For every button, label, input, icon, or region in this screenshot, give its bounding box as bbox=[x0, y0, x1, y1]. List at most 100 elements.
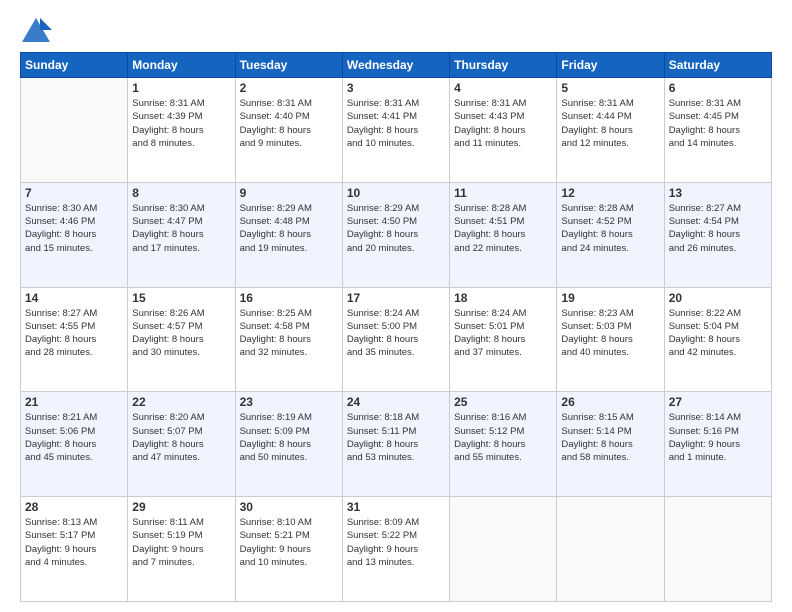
calendar-cell: 24 Sunrise: 8:18 AMSunset: 5:11 PMDayligh… bbox=[342, 392, 449, 497]
day-info: Sunrise: 8:31 AMSunset: 4:43 PMDaylight:… bbox=[454, 97, 552, 150]
calendar-cell: 13 Sunrise: 8:27 AMSunset: 4:54 PMDayligh… bbox=[664, 182, 771, 287]
calendar-cell: 12 Sunrise: 8:28 AMSunset: 4:52 PMDayligh… bbox=[557, 182, 664, 287]
week-row-4: 21 Sunrise: 8:21 AMSunset: 5:06 PMDayligh… bbox=[21, 392, 772, 497]
day-number: 1 bbox=[132, 81, 230, 95]
day-info: Sunrise: 8:20 AMSunset: 5:07 PMDaylight:… bbox=[132, 411, 230, 464]
day-info: Sunrise: 8:27 AMSunset: 4:55 PMDaylight:… bbox=[25, 307, 123, 360]
day-number: 4 bbox=[454, 81, 552, 95]
calendar-cell: 16 Sunrise: 8:25 AMSunset: 4:58 PMDayligh… bbox=[235, 287, 342, 392]
day-number: 2 bbox=[240, 81, 338, 95]
day-number: 17 bbox=[347, 291, 445, 305]
day-number: 21 bbox=[25, 395, 123, 409]
day-info: Sunrise: 8:30 AMSunset: 4:46 PMDaylight:… bbox=[25, 202, 123, 255]
calendar-cell: 22Sunrise: 8:20 AMSunset: 5:07 PMDayligh… bbox=[128, 392, 235, 497]
day-number: 18 bbox=[454, 291, 552, 305]
day-info: Sunrise: 8:31 AMSunset: 4:45 PMDaylight:… bbox=[669, 97, 767, 150]
calendar-cell: 23 Sunrise: 8:19 AMSunset: 5:09 PMDayligh… bbox=[235, 392, 342, 497]
day-number: 26 bbox=[561, 395, 659, 409]
calendar-cell: 30 Sunrise: 8:10 AMSunset: 5:21 PMDayligh… bbox=[235, 497, 342, 602]
day-number: 25 bbox=[454, 395, 552, 409]
calendar-cell: 21 Sunrise: 8:21 AMSunset: 5:06 PMDayligh… bbox=[21, 392, 128, 497]
weekday-monday: Monday bbox=[128, 53, 235, 78]
calendar-cell bbox=[21, 78, 128, 183]
day-number: 31 bbox=[347, 500, 445, 514]
day-number: 10 bbox=[347, 186, 445, 200]
day-number: 30 bbox=[240, 500, 338, 514]
logo-icon bbox=[20, 16, 52, 44]
calendar-cell: 4 Sunrise: 8:31 AMSunset: 4:43 PMDaylight… bbox=[450, 78, 557, 183]
day-info: Sunrise: 8:21 AMSunset: 5:06 PMDaylight:… bbox=[25, 411, 123, 464]
day-info: Sunrise: 8:29 AMSunset: 4:50 PMDaylight:… bbox=[347, 202, 445, 255]
day-number: 28 bbox=[25, 500, 123, 514]
day-number: 20 bbox=[669, 291, 767, 305]
weekday-sunday: Sunday bbox=[21, 53, 128, 78]
day-info: Sunrise: 8:28 AMSunset: 4:52 PMDaylight:… bbox=[561, 202, 659, 255]
day-info: Sunrise: 8:11 AMSunset: 5:19 PMDaylight:… bbox=[132, 516, 230, 569]
weekday-wednesday: Wednesday bbox=[342, 53, 449, 78]
day-info: Sunrise: 8:14 AMSunset: 5:16 PMDaylight:… bbox=[669, 411, 767, 464]
calendar-cell: 5 Sunrise: 8:31 AMSunset: 4:44 PMDaylight… bbox=[557, 78, 664, 183]
day-info: Sunrise: 8:31 AMSunset: 4:40 PMDaylight:… bbox=[240, 97, 338, 150]
calendar-cell: 7 Sunrise: 8:30 AMSunset: 4:46 PMDaylight… bbox=[21, 182, 128, 287]
weekday-tuesday: Tuesday bbox=[235, 53, 342, 78]
calendar-cell: 9Sunrise: 8:29 AMSunset: 4:48 PMDaylight… bbox=[235, 182, 342, 287]
day-number: 19 bbox=[561, 291, 659, 305]
day-info: Sunrise: 8:24 AMSunset: 5:00 PMDaylight:… bbox=[347, 307, 445, 360]
calendar-cell: 20Sunrise: 8:22 AMSunset: 5:04 PMDayligh… bbox=[664, 287, 771, 392]
calendar-cell: 14 Sunrise: 8:27 AMSunset: 4:55 PMDayligh… bbox=[21, 287, 128, 392]
day-info: Sunrise: 8:29 AMSunset: 4:48 PMDaylight:… bbox=[240, 202, 338, 255]
calendar-table: SundayMondayTuesdayWednesdayThursdayFrid… bbox=[20, 52, 772, 602]
calendar-cell: 28 Sunrise: 8:13 AMSunset: 5:17 PMDayligh… bbox=[21, 497, 128, 602]
day-number: 5 bbox=[561, 81, 659, 95]
day-info: Sunrise: 8:16 AMSunset: 5:12 PMDaylight:… bbox=[454, 411, 552, 464]
week-row-1: 1 Sunrise: 8:31 AMSunset: 4:39 PMDaylight… bbox=[21, 78, 772, 183]
calendar-page: SundayMondayTuesdayWednesdayThursdayFrid… bbox=[0, 0, 792, 612]
day-number: 24 bbox=[347, 395, 445, 409]
calendar-cell: 6 Sunrise: 8:31 AMSunset: 4:45 PMDaylight… bbox=[664, 78, 771, 183]
logo bbox=[20, 16, 56, 44]
calendar-cell: 18 Sunrise: 8:24 AMSunset: 5:01 PMDayligh… bbox=[450, 287, 557, 392]
calendar-cell: 15 Sunrise: 8:26 AMSunset: 4:57 PMDayligh… bbox=[128, 287, 235, 392]
calendar-cell: 19 Sunrise: 8:23 AMSunset: 5:03 PMDayligh… bbox=[557, 287, 664, 392]
week-row-5: 28 Sunrise: 8:13 AMSunset: 5:17 PMDayligh… bbox=[21, 497, 772, 602]
day-number: 29 bbox=[132, 500, 230, 514]
day-number: 11 bbox=[454, 186, 552, 200]
calendar-cell bbox=[557, 497, 664, 602]
day-info: Sunrise: 8:25 AMSunset: 4:58 PMDaylight:… bbox=[240, 307, 338, 360]
day-info: Sunrise: 8:28 AMSunset: 4:51 PMDaylight:… bbox=[454, 202, 552, 255]
day-number: 27 bbox=[669, 395, 767, 409]
day-info: Sunrise: 8:19 AMSunset: 5:09 PMDaylight:… bbox=[240, 411, 338, 464]
weekday-saturday: Saturday bbox=[664, 53, 771, 78]
day-info: Sunrise: 8:30 AMSunset: 4:47 PMDaylight:… bbox=[132, 202, 230, 255]
day-info: Sunrise: 8:31 AMSunset: 4:39 PMDaylight:… bbox=[132, 97, 230, 150]
calendar-cell: 2 Sunrise: 8:31 AMSunset: 4:40 PMDaylight… bbox=[235, 78, 342, 183]
day-number: 7 bbox=[25, 186, 123, 200]
calendar-cell: 25 Sunrise: 8:16 AMSunset: 5:12 PMDayligh… bbox=[450, 392, 557, 497]
day-number: 13 bbox=[669, 186, 767, 200]
day-info: Sunrise: 8:26 AMSunset: 4:57 PMDaylight:… bbox=[132, 307, 230, 360]
header bbox=[20, 16, 772, 44]
day-info: Sunrise: 8:27 AMSunset: 4:54 PMDaylight:… bbox=[669, 202, 767, 255]
day-number: 14 bbox=[25, 291, 123, 305]
calendar-cell: 11 Sunrise: 8:28 AMSunset: 4:51 PMDayligh… bbox=[450, 182, 557, 287]
day-number: 12 bbox=[561, 186, 659, 200]
day-number: 16 bbox=[240, 291, 338, 305]
day-info: Sunrise: 8:13 AMSunset: 5:17 PMDaylight:… bbox=[25, 516, 123, 569]
calendar-cell: 8 Sunrise: 8:30 AMSunset: 4:47 PMDaylight… bbox=[128, 182, 235, 287]
day-number: 15 bbox=[132, 291, 230, 305]
weekday-friday: Friday bbox=[557, 53, 664, 78]
week-row-2: 7 Sunrise: 8:30 AMSunset: 4:46 PMDaylight… bbox=[21, 182, 772, 287]
day-number: 8 bbox=[132, 186, 230, 200]
day-number: 23 bbox=[240, 395, 338, 409]
day-info: Sunrise: 8:24 AMSunset: 5:01 PMDaylight:… bbox=[454, 307, 552, 360]
weekday-thursday: Thursday bbox=[450, 53, 557, 78]
day-info: Sunrise: 8:23 AMSunset: 5:03 PMDaylight:… bbox=[561, 307, 659, 360]
week-row-3: 14 Sunrise: 8:27 AMSunset: 4:55 PMDayligh… bbox=[21, 287, 772, 392]
calendar-cell: 17 Sunrise: 8:24 AMSunset: 5:00 PMDayligh… bbox=[342, 287, 449, 392]
day-number: 6 bbox=[669, 81, 767, 95]
day-info: Sunrise: 8:10 AMSunset: 5:21 PMDaylight:… bbox=[240, 516, 338, 569]
calendar-cell: 29 Sunrise: 8:11 AMSunset: 5:19 PMDayligh… bbox=[128, 497, 235, 602]
day-info: Sunrise: 8:31 AMSunset: 4:44 PMDaylight:… bbox=[561, 97, 659, 150]
calendar-cell: 31Sunrise: 8:09 AMSunset: 5:22 PMDayligh… bbox=[342, 497, 449, 602]
day-info: Sunrise: 8:18 AMSunset: 5:11 PMDaylight:… bbox=[347, 411, 445, 464]
